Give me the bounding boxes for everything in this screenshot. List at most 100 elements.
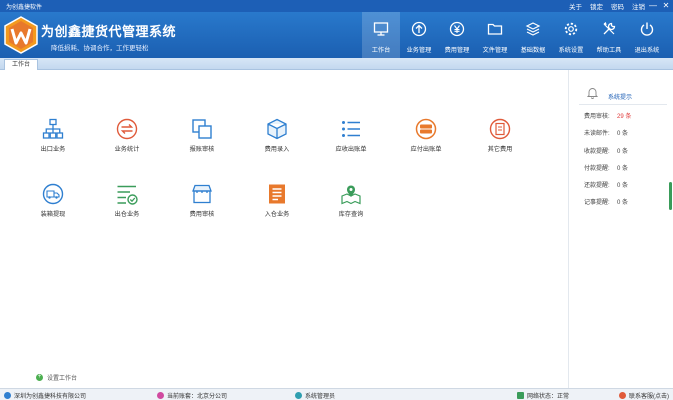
about-link[interactable]: 关于	[569, 1, 582, 11]
tile-other-fees[interactable]: 其它费用	[470, 118, 530, 160]
tile-inventory-query[interactable]: 库存查询	[321, 183, 381, 225]
contact-support-link[interactable]: 联系客服(点击)	[619, 391, 669, 400]
gear-icon	[564, 22, 578, 36]
divider	[579, 104, 667, 105]
tile-label: 出口业务	[40, 146, 66, 153]
account-icon	[157, 392, 164, 399]
tile-payable-bill[interactable]: 应付出账单	[396, 118, 456, 160]
tile-outbound-business[interactable]: 出仓业务	[97, 183, 157, 225]
nav-label: 系统设置	[558, 47, 584, 54]
app-header: 为创鑫捷货代管理系统 降低损耗、协调合作，工作更轻松 工作台 业务管理 费用管理…	[0, 12, 673, 58]
nav-settings[interactable]: 系统设置	[552, 12, 590, 58]
nav-label: 基础数据	[520, 47, 546, 54]
tile-label: 库存查询	[338, 211, 364, 218]
close-window-button[interactable]: ✕	[660, 0, 672, 12]
workbench-area: 出口业务 业务统计 报账审核 费用录入 应收出账单 应付出账单 其它费用 装箱提…	[0, 70, 568, 388]
main-nav: 工作台 业务管理 费用管理 文件管理 基础数据 系统设置 帮助工具 退出系统	[362, 12, 666, 58]
nav-label: 文件管理	[482, 47, 508, 54]
tile-label: 其它费用	[487, 146, 513, 153]
power-icon	[640, 22, 654, 36]
tile-expense-review[interactable]: 报账审核	[172, 118, 232, 160]
tile-label: 出仓业务	[114, 211, 140, 218]
tile-inbound-business[interactable]: 入仓业务	[247, 183, 307, 225]
store-icon	[192, 184, 212, 204]
list-check-icon	[117, 185, 138, 205]
tile-fee-entry[interactable]: 费用录入	[247, 118, 307, 160]
window-title: 为创鑫捷软件	[6, 5, 43, 11]
company-name: 深圳为创鑫捷科技有限公司	[14, 394, 87, 400]
tools-icon	[603, 22, 616, 35]
map-pin-icon	[341, 185, 361, 205]
nav-label: 业务管理	[406, 47, 432, 54]
tile-label: 报账审核	[189, 146, 215, 153]
tile-label: 业务统计	[114, 146, 140, 153]
notice-value: 0 条	[617, 149, 629, 155]
bell-icon	[586, 88, 599, 99]
notice-value: 0 条	[617, 166, 629, 172]
logout-link[interactable]: 注销	[632, 1, 645, 11]
status-account: 当前账套：北京分公司	[157, 391, 227, 400]
nav-basic-data[interactable]: 基础数据	[514, 12, 552, 58]
tile-export-business[interactable]: 出口业务	[23, 118, 83, 160]
status-user: 系统管理员	[295, 391, 335, 400]
truck-icon	[42, 183, 64, 205]
folder-icon	[487, 23, 503, 35]
tile-business-stats[interactable]: 业务统计	[97, 118, 157, 160]
brand-logo-icon	[4, 16, 38, 54]
home-icon	[4, 392, 11, 399]
user-icon	[295, 392, 302, 399]
monitor-icon	[373, 22, 389, 36]
notice-label: 未读邮件:	[584, 131, 610, 137]
setup-workbench-label: 设置工作台	[47, 376, 78, 382]
window-titlebar: 为创鑫捷软件 关于 锁定 密码 注销 — ✕	[0, 0, 673, 12]
nav-business[interactable]: 业务管理	[400, 12, 438, 58]
account-text: 当前账套：北京分公司	[167, 394, 228, 400]
bill-badge-icon	[415, 118, 437, 140]
upload-circle-icon	[411, 21, 427, 37]
plus-icon: +	[36, 374, 43, 381]
org-chart-icon	[42, 118, 64, 139]
tile-label: 应付出账单	[410, 146, 442, 153]
tile-packing-withdraw[interactable]: 装箱提现	[23, 183, 83, 225]
cube-icon	[267, 118, 287, 140]
password-link[interactable]: 密码	[611, 1, 624, 11]
brand-subtitle: 降低损耗、协调合作，工作更轻松	[51, 45, 149, 52]
status-bar: 深圳为创鑫捷科技有限公司 当前账套：北京分公司 系统管理员 网络状态：正常 联系…	[0, 388, 673, 400]
document-icon	[269, 184, 285, 204]
setup-workbench-button[interactable]: + 设置工作台	[36, 373, 77, 382]
tab-workbench[interactable]: 工作台	[4, 59, 38, 70]
notice-label: 收款提醒:	[584, 149, 610, 155]
nav-label: 费用管理	[444, 47, 470, 54]
titlebar-links: 关于 锁定 密码 注销	[569, 1, 645, 11]
notice-value: 0 条	[617, 183, 629, 189]
layers-icon	[525, 22, 541, 36]
nav-label: 退出系统	[634, 47, 660, 54]
nav-label: 帮助工具	[596, 47, 622, 54]
notice-label: 费用审核:	[584, 114, 610, 120]
exchange-icon	[116, 118, 138, 140]
nav-workbench[interactable]: 工作台	[362, 12, 400, 58]
lock-link[interactable]: 锁定	[590, 1, 603, 11]
yen-circle-icon	[449, 21, 465, 37]
nav-exit[interactable]: 退出系统	[628, 12, 666, 58]
notice-label: 付款提醒:	[584, 166, 610, 172]
system-notice-title: 系统提示	[608, 95, 633, 101]
phone-icon	[619, 392, 626, 399]
nav-fees[interactable]: 费用管理	[438, 12, 476, 58]
list-icon	[342, 121, 360, 137]
tile-label: 应收出账单	[335, 146, 367, 153]
scrollbar-thumb[interactable]	[669, 182, 672, 210]
tile-label: 入仓业务	[264, 211, 290, 218]
tile-fee-audit[interactable]: 费用审核	[172, 183, 232, 225]
nav-help-tools[interactable]: 帮助工具	[590, 12, 628, 58]
tile-receivable-bill[interactable]: 应收出账单	[321, 118, 381, 160]
network-text: 网络状态：正常	[527, 394, 570, 400]
notice-value: 0 条	[617, 200, 629, 206]
nav-files[interactable]: 文件管理	[476, 12, 514, 58]
minimize-button[interactable]: —	[647, 0, 659, 12]
brand-title: 为创鑫捷货代管理系统	[41, 24, 177, 39]
contact-text: 联系客服(点击)	[629, 394, 669, 400]
status-network: 网络状态：正常	[517, 391, 569, 400]
status-company: 深圳为创鑫捷科技有限公司	[4, 391, 86, 400]
nav-label: 工作台	[371, 47, 391, 54]
